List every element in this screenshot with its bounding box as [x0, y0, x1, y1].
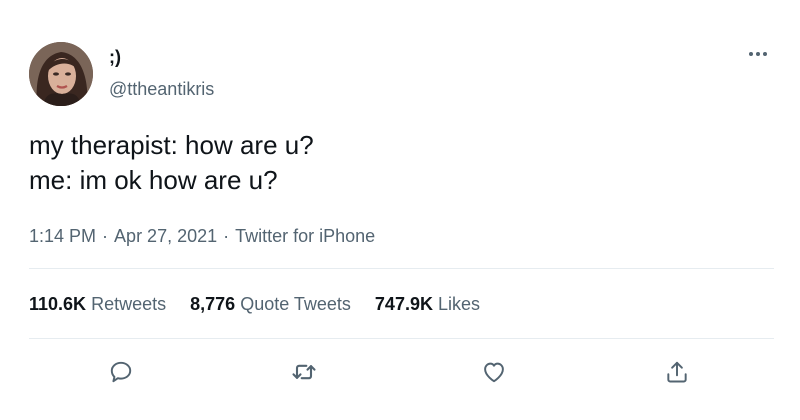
tweet-actions [29, 352, 774, 392]
share-icon [667, 361, 687, 383]
tweet-stats: 110.6K Retweets 8,776 Quote Tweets 747.9K … [29, 292, 504, 316]
likes-count: 747.9K [374, 294, 433, 314]
tweet-text-line-1: my therapist: how are u? [29, 130, 314, 160]
more-dots-icon [749, 52, 767, 56]
quote-tweets-count: 8,776 [190, 294, 236, 314]
meta-separator: · [102, 226, 109, 246]
heart-icon [484, 362, 504, 383]
tweet-text: my therapist: how are u? me: im ok how a… [29, 128, 314, 198]
retweet-icon [292, 364, 316, 380]
tweet-header: ;) @ttheantikris [29, 42, 780, 112]
reply-icon [110, 361, 132, 383]
retweets-label: Retweets [91, 294, 167, 314]
retweet-button[interactable] [284, 352, 324, 392]
user-handle[interactable]: @ttheantikris [109, 78, 214, 100]
divider [29, 268, 774, 269]
more-options-button[interactable] [746, 46, 770, 62]
display-name[interactable]: ;) [109, 46, 214, 68]
likes-stat[interactable]: 747.9K Likes [375, 292, 480, 316]
divider [29, 338, 774, 339]
avatar[interactable] [29, 42, 93, 106]
tweet-time[interactable]: 1:14 PM [29, 226, 96, 246]
meta-separator: · [223, 226, 230, 246]
tweet-text-line-2: me: im ok how are u? [29, 165, 278, 195]
like-button[interactable] [474, 352, 514, 392]
retweets-count: 110.6K [29, 294, 87, 314]
avatar-image [29, 42, 93, 106]
tweet-date[interactable]: Apr 27, 2021 [114, 226, 217, 246]
tweet-source[interactable]: Twitter for iPhone [235, 226, 375, 246]
likes-label: Likes [437, 294, 481, 314]
reply-button[interactable] [101, 352, 141, 392]
share-button[interactable] [657, 352, 697, 392]
retweets-stat[interactable]: 110.6K Retweets [29, 292, 166, 316]
user-names: ;) @ttheantikris [109, 46, 214, 100]
quote-tweets-label: Quote Tweets [240, 294, 351, 314]
tweet-meta: 1:14 PM · Apr 27, 2021 · Twitter for iPhone [29, 224, 375, 248]
tweet-card: ;) @ttheantikris my therapist: how are u… [0, 0, 800, 420]
quote-tweets-stat[interactable]: 8,776 Quote Tweets [190, 292, 351, 316]
